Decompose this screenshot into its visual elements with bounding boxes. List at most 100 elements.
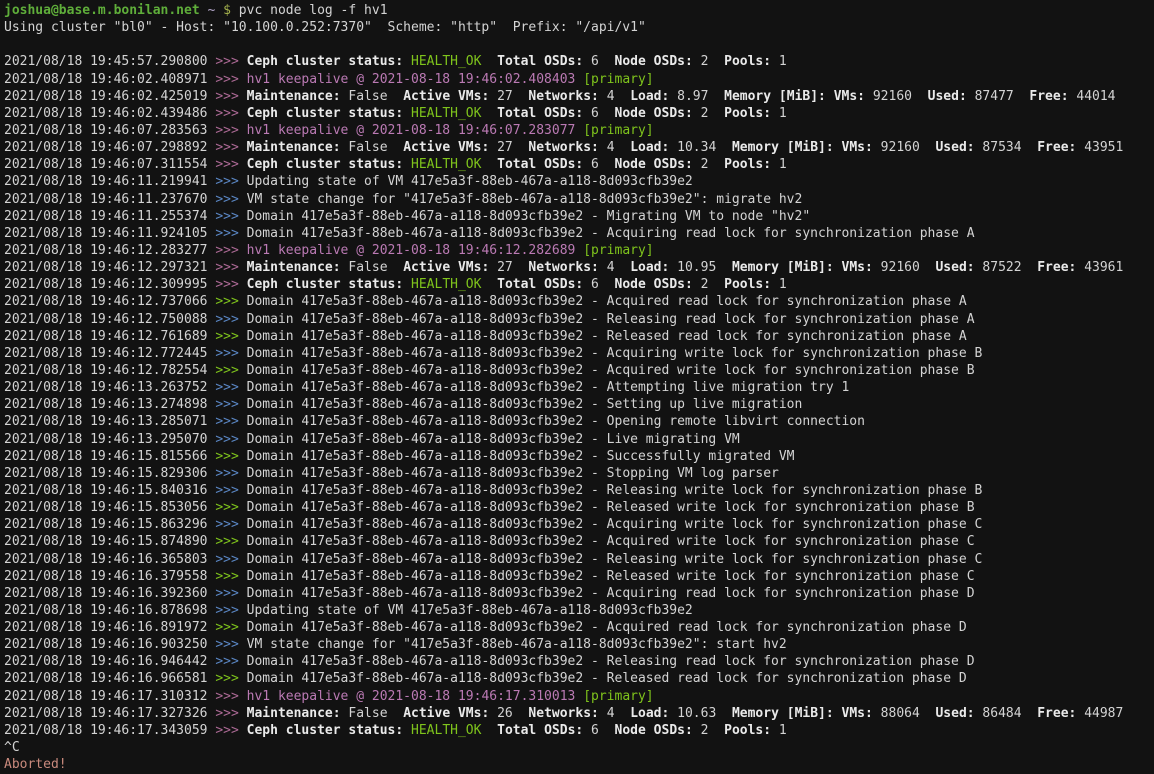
terminal-output: joshua@base.m.bonilan.net ~ $ pvc node l… <box>0 0 1154 773</box>
log-text: 2021/08/18 19:46:02.425019 <box>4 89 215 104</box>
field-label: VMs: <box>842 140 873 155</box>
log-text: Domain 417e5a3f-88eb-467a-a118-8d093cfb3… <box>247 466 779 481</box>
abort-line: Aborted! <box>4 756 1154 773</box>
log-line-ceph-status: 2021/08/18 19:46:07.311554 >>> Ceph clus… <box>4 156 1154 173</box>
log-text: 8.97 <box>669 89 724 104</box>
field-label: Pools: <box>724 277 771 292</box>
field-label: Memory [MiB]: <box>732 140 834 155</box>
log-text <box>403 277 411 292</box>
log-line-ceph-status: 2021/08/18 19:46:12.309995 >>> Ceph clus… <box>4 276 1154 293</box>
log-text: 4 <box>599 260 630 275</box>
field-label: Active VMs: <box>403 706 489 721</box>
log-line-domain: 2021/08/18 19:46:13.295070 >>> Domain 41… <box>4 431 1154 448</box>
status-ok-text: HEALTH_OK <box>411 157 481 172</box>
field-label: Networks: <box>528 260 598 275</box>
log-text: 2021/08/18 19:46:13.263752 <box>4 380 215 395</box>
log-text: Domain 417e5a3f-88eb-467a-a118-8d093cfb3… <box>247 500 975 515</box>
log-text: VM state change for "417e5a3f-88eb-467a-… <box>247 192 803 207</box>
log-text: 27 <box>489 260 528 275</box>
log-line-keepalive: 2021/08/18 19:46:12.283277 >>> hv1 keepa… <box>4 242 1154 259</box>
log-text: Domain 417e5a3f-88eb-467a-a118-8d093cfb3… <box>247 586 975 601</box>
field-label: Active VMs: <box>403 89 489 104</box>
log-line-node-status: 2021/08/18 19:46:02.425019 >>> Maintenan… <box>4 88 1154 105</box>
log-line-ceph-status: 2021/08/18 19:46:17.343059 >>> Ceph clus… <box>4 722 1154 739</box>
log-text: 1 <box>771 54 787 69</box>
log-text: 1 <box>771 106 787 121</box>
log-line-domain: 2021/08/18 19:46:12.750088 >>> Domain 41… <box>4 311 1154 328</box>
log-text: 2021/08/18 19:46:17.327326 <box>4 706 215 721</box>
log-text: 2021/08/18 19:46:12.737066 <box>4 294 215 309</box>
log-text: 10.95 <box>669 260 732 275</box>
field-label: Total OSDs: <box>497 106 583 121</box>
log-text: 2021/08/18 19:46:11.237670 <box>4 192 215 207</box>
log-text: 2021/08/18 19:46:15.853056 <box>4 500 215 515</box>
log-text: Domain 417e5a3f-88eb-467a-a118-8d093cfb3… <box>247 432 740 447</box>
log-marker: >>> <box>215 380 246 395</box>
log-text <box>403 106 411 121</box>
log-line-domain: 2021/08/18 19:46:16.966581 >>> Domain 41… <box>4 670 1154 687</box>
log-text: Domain 417e5a3f-88eb-467a-a118-8d093cfb3… <box>247 397 803 412</box>
log-marker: >>> <box>215 689 246 704</box>
log-text <box>834 706 842 721</box>
log-text: pvc node log -f hv1 <box>231 3 388 18</box>
log-text: 2021/08/18 19:46:11.255374 <box>4 209 215 224</box>
log-line-ceph-status: 2021/08/18 19:45:57.290800 >>> Ceph clus… <box>4 53 1154 70</box>
field-label: Total OSDs: <box>497 54 583 69</box>
log-text: 10.63 <box>669 706 732 721</box>
keepalive-text: hv1 keepalive @ 2021-08-18 19:46:02.4084… <box>247 72 584 87</box>
log-marker: >>> <box>215 449 246 464</box>
field-label: Ceph cluster status: <box>247 157 404 172</box>
log-line-node-status: 2021/08/18 19:46:12.297321 >>> Maintenan… <box>4 259 1154 276</box>
log-text: 43961 <box>1076 260 1123 275</box>
log-line-domain: 2021/08/18 19:46:11.255374 >>> Domain 41… <box>4 208 1154 225</box>
log-text: Domain 417e5a3f-88eb-467a-a118-8d093cfb3… <box>247 517 983 532</box>
field-label: Ceph cluster status: <box>247 54 404 69</box>
log-text: Domain 417e5a3f-88eb-467a-a118-8d093cfb3… <box>247 380 850 395</box>
log-text: 2021/08/18 19:46:15.829306 <box>4 466 215 481</box>
log-text: Domain 417e5a3f-88eb-467a-a118-8d093cfb3… <box>247 209 811 224</box>
log-text: 2021/08/18 19:46:07.283563 <box>4 123 215 138</box>
log-line-domain: 2021/08/18 19:46:11.924105 >>> Domain 41… <box>4 225 1154 242</box>
log-line-keepalive: 2021/08/18 19:46:17.310312 >>> hv1 keepa… <box>4 688 1154 705</box>
log-text: 4 <box>599 706 630 721</box>
log-text: 2 <box>693 723 724 738</box>
log-line-domain: 2021/08/18 19:46:16.392360 >>> Domain 41… <box>4 585 1154 602</box>
log-line-domain: 2021/08/18 19:46:15.853056 >>> Domain 41… <box>4 499 1154 516</box>
log-text: 4 <box>599 140 630 155</box>
field-label: Ceph cluster status: <box>247 106 404 121</box>
status-ok-text: [primary] <box>583 123 653 138</box>
log-text <box>481 157 497 172</box>
log-text: 6 <box>583 723 614 738</box>
log-text: Domain 417e5a3f-88eb-467a-a118-8d093cfb3… <box>247 483 983 498</box>
field-label: Networks: <box>528 706 598 721</box>
log-text: Domain 417e5a3f-88eb-467a-a118-8d093cfb3… <box>247 346 983 361</box>
field-label: Load: <box>630 706 669 721</box>
log-text: Domain 417e5a3f-88eb-467a-a118-8d093cfb3… <box>247 363 975 378</box>
log-text: 2021/08/18 19:46:15.840316 <box>4 483 215 498</box>
field-label: Pools: <box>724 106 771 121</box>
field-label: Node OSDs: <box>615 106 693 121</box>
prompt-line: joshua@base.m.bonilan.net ~ $ pvc node l… <box>4 2 1154 19</box>
prompt-user-host: joshua@base.m.bonilan.net <box>4 3 200 18</box>
log-marker: >>> <box>215 89 246 104</box>
log-line-keepalive: 2021/08/18 19:46:07.283563 >>> hv1 keepa… <box>4 122 1154 139</box>
log-text: 2021/08/18 19:46:17.343059 <box>4 723 215 738</box>
log-text: Domain 417e5a3f-88eb-467a-a118-8d093cfb3… <box>247 569 975 584</box>
log-text: 27 <box>489 89 528 104</box>
log-marker: >>> <box>215 483 246 498</box>
log-text: 2021/08/18 19:46:12.772445 <box>4 346 215 361</box>
log-text: 2021/08/18 19:46:12.782554 <box>4 363 215 378</box>
log-marker: >>> <box>215 226 246 241</box>
field-label: Free: <box>1037 260 1076 275</box>
log-text: False <box>341 140 404 155</box>
log-text: 2021/08/18 19:46:07.298892 <box>4 140 215 155</box>
field-label: Total OSDs: <box>497 157 583 172</box>
log-marker: >>> <box>215 671 246 686</box>
log-marker: >>> <box>215 432 246 447</box>
log-text <box>215 3 223 18</box>
log-line-domain: 2021/08/18 19:46:12.772445 >>> Domain 41… <box>4 345 1154 362</box>
log-text: 2021/08/18 19:46:13.285071 <box>4 414 215 429</box>
log-marker: >>> <box>215 517 246 532</box>
log-text: 92160 <box>873 140 936 155</box>
log-text: Domain 417e5a3f-88eb-467a-a118-8d093cfb3… <box>247 226 975 241</box>
